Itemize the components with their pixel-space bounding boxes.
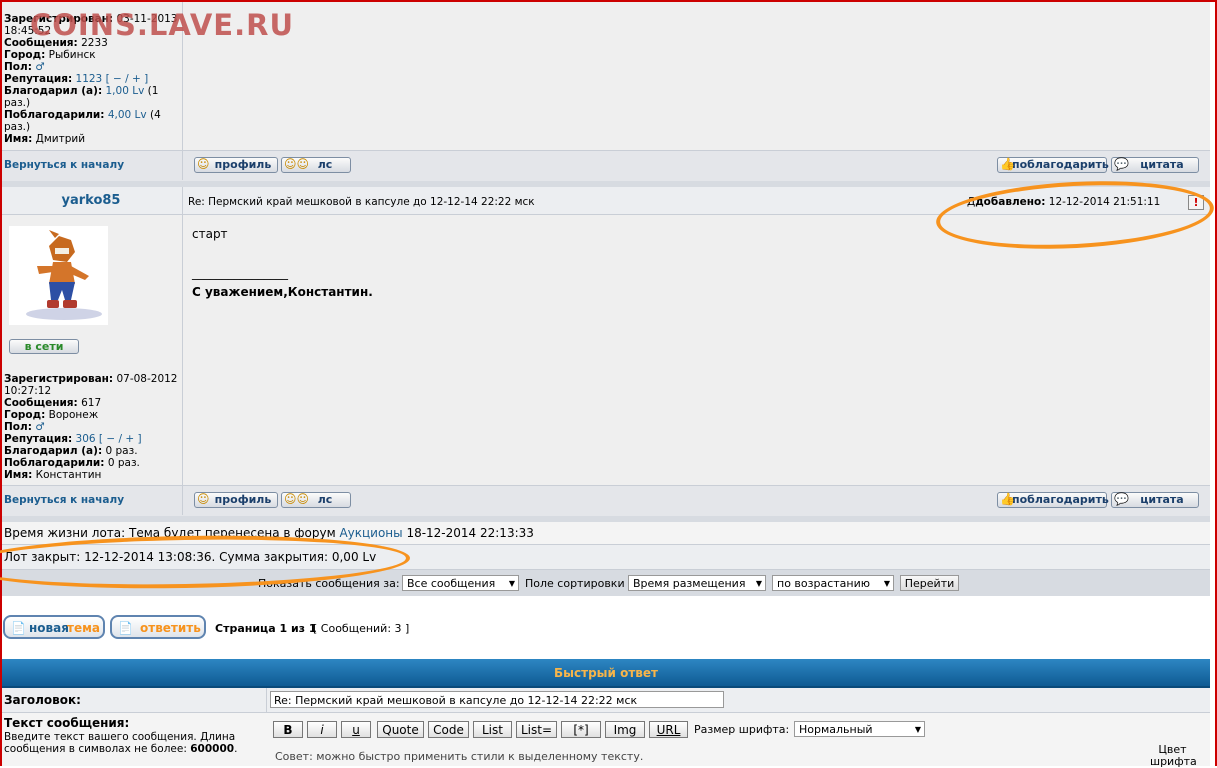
post-text: старт: [192, 227, 228, 241]
list-item-button[interactable]: [*]: [561, 721, 601, 738]
reputation-controls[interactable]: [ − / + ]: [99, 433, 142, 445]
reply-button[interactable]: 📄 ответить: [110, 615, 206, 639]
thumbs-up-icon: 👍: [1000, 157, 1015, 171]
sort-label: Поле сортировки: [525, 577, 625, 590]
thumbs-up-icon: 👍: [1000, 492, 1015, 506]
back-to-top-link[interactable]: Вернуться к началу: [4, 494, 124, 506]
list-numbered-button[interactable]: List=: [516, 721, 557, 738]
thank-button[interactable]: 👍 поблагодарить: [997, 157, 1109, 173]
avatar: [9, 226, 108, 325]
style-hint: Совет: можно быстро применить стили к вы…: [275, 750, 644, 763]
post-subject: Re: Пермский край мешковой в капсуле до …: [188, 196, 535, 208]
pm-button[interactable]: ☺☺ лс: [281, 157, 351, 173]
order-select[interactable]: по возрастанию: [772, 575, 894, 592]
italic-button[interactable]: i: [307, 721, 337, 738]
user-icon: ☺: [197, 492, 210, 506]
user-icon: ☺: [197, 157, 210, 171]
profile-button[interactable]: ☺ профиль: [194, 157, 278, 173]
speech-bubble-icon: 💬: [1114, 157, 1129, 171]
signature-rule: ________________: [192, 266, 288, 280]
signature: С уважением,Константин.: [192, 285, 373, 299]
document-icon: 📄: [118, 621, 133, 635]
male-icon: ♂: [35, 61, 45, 73]
font-size-select[interactable]: Нормальный: [794, 721, 925, 738]
quote-button[interactable]: 💬 цитата: [1111, 492, 1199, 508]
go-button[interactable]: Перейти: [900, 575, 959, 591]
male-icon: ♂: [35, 421, 45, 433]
online-status-badge: в сети: [9, 339, 79, 354]
quote-tag-button[interactable]: Quote: [377, 721, 424, 738]
quick-reply-title: Быстрый ответ: [554, 666, 658, 680]
new-topic-button[interactable]: 📄 новая тема: [3, 615, 105, 639]
reputation-controls[interactable]: [ − / + ]: [106, 73, 149, 85]
quote-button[interactable]: 💬 цитата: [1111, 157, 1199, 173]
message-count: [ Сообщений: 3 ]: [313, 622, 410, 635]
font-color-label: Цвет шрифта: [1150, 743, 1197, 768]
subject-input[interactable]: Re: Пермский край мешковой в капсуле до …: [270, 691, 724, 708]
list-button[interactable]: List: [473, 721, 512, 738]
thank-button[interactable]: 👍 поблагодарить: [997, 492, 1109, 508]
users-icon: ☺☺: [284, 492, 310, 506]
url-button[interactable]: URL: [649, 721, 688, 738]
back-to-top-link[interactable]: Вернуться к началу: [4, 159, 124, 171]
text-label: Текст сообщения:: [4, 716, 130, 730]
pm-button[interactable]: ☺☺ лс: [281, 492, 351, 508]
bold-button[interactable]: B: [273, 721, 303, 738]
text-hint: Введите текст вашего сообщения. Длина со…: [4, 731, 238, 755]
forum-link[interactable]: Аукционы: [339, 526, 402, 540]
users-icon: ☺☺: [284, 157, 310, 171]
profile-button[interactable]: ☺ профиль: [194, 492, 278, 508]
post-author[interactable]: yarko85: [2, 193, 180, 208]
subject-label: Заголовок:: [4, 693, 81, 707]
img-button[interactable]: Img: [605, 721, 645, 738]
user-info: Зарегистрирован: 07-08-2012 10:27:12 Соо…: [4, 373, 178, 481]
font-size-label: Размер шрифта:: [694, 723, 790, 736]
underline-button[interactable]: u: [341, 721, 371, 738]
watermark: COINS.LAVE.RU: [30, 8, 295, 42]
page-indicator: Страница 1 из 1: [215, 622, 317, 635]
sort-select[interactable]: Время размещения: [628, 575, 766, 592]
speech-bubble-icon: 💬: [1114, 492, 1129, 506]
show-select[interactable]: Все сообщения: [402, 575, 519, 592]
code-button[interactable]: Code: [428, 721, 469, 738]
post-body-row: [2, 215, 1210, 485]
document-icon: 📄: [11, 621, 26, 635]
